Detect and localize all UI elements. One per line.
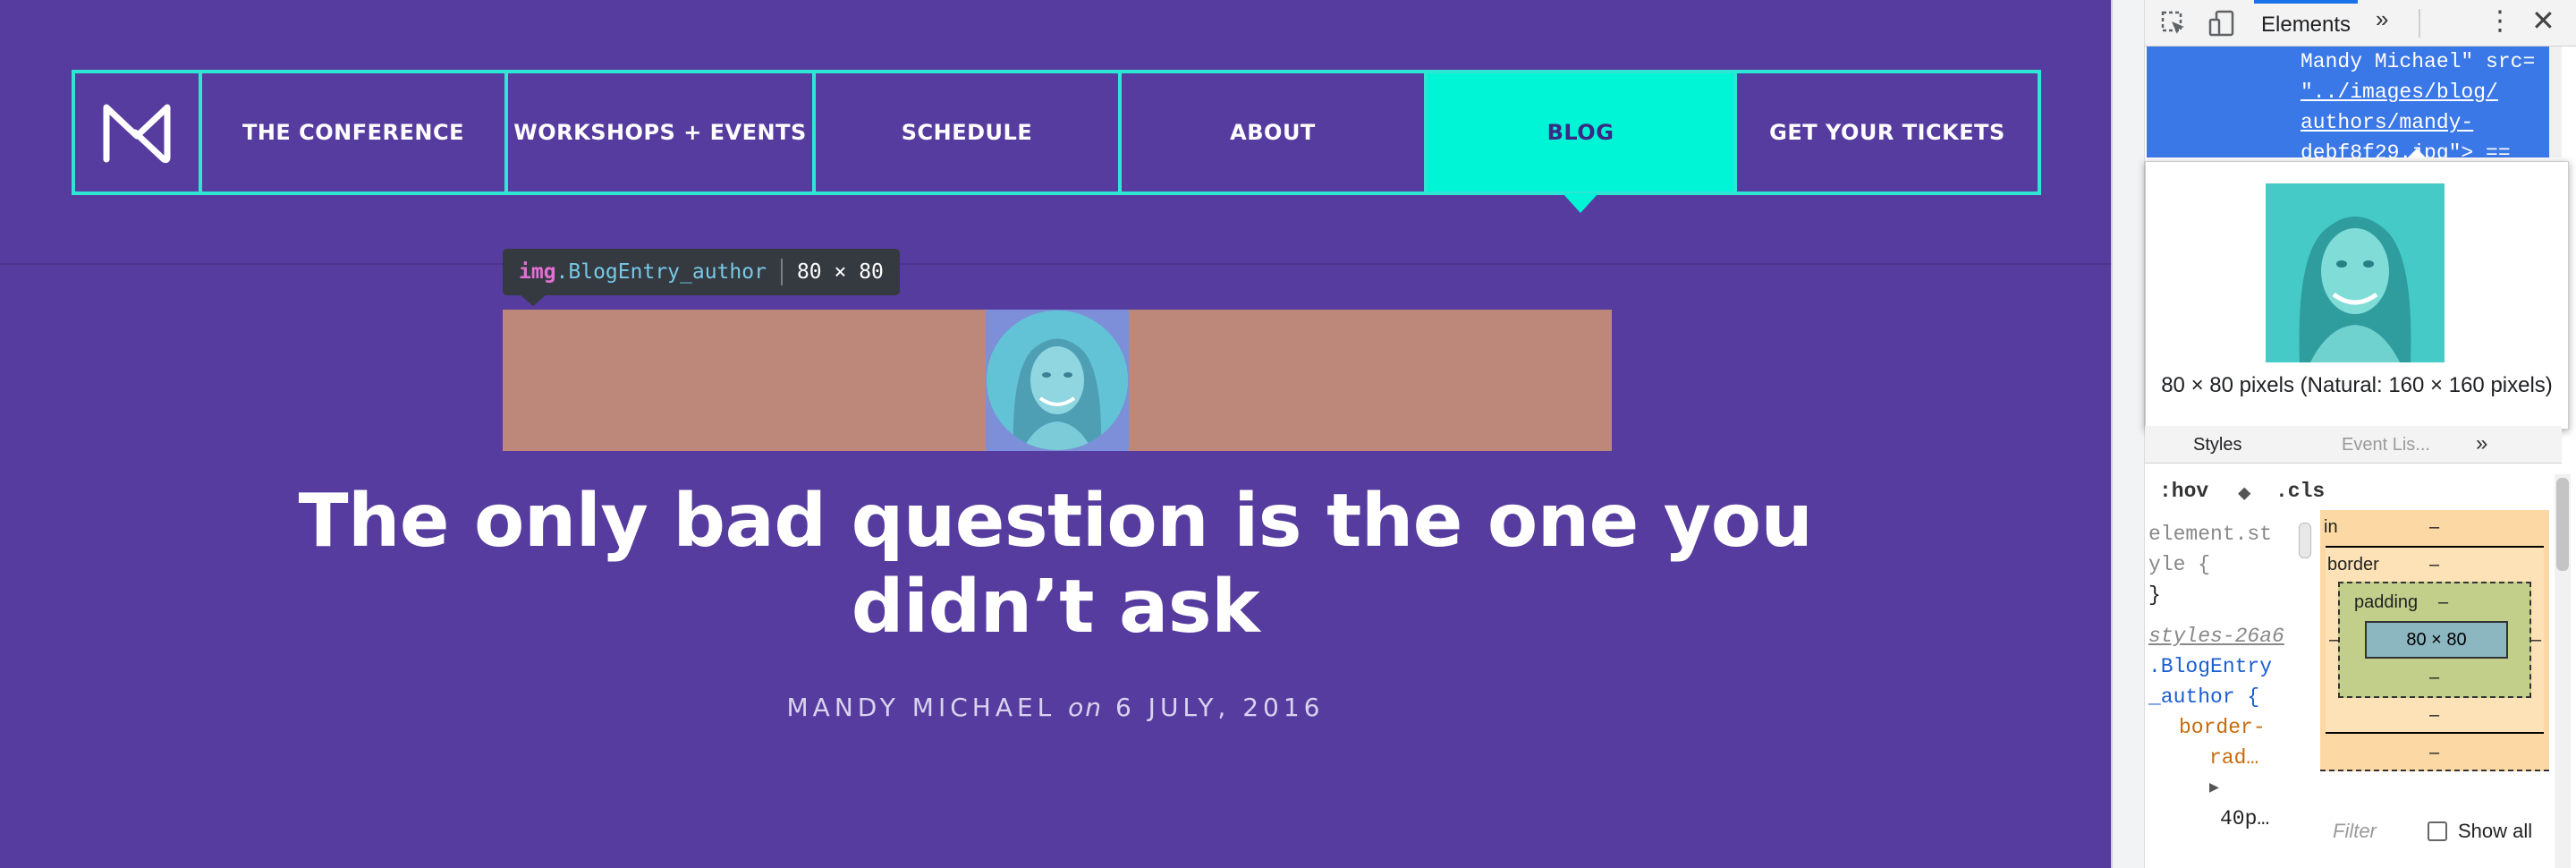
computed-filter-bar: Filter Show all — [2320, 809, 2562, 854]
tooltip-class: .BlogEntry_author — [555, 260, 767, 284]
element-inspector-tooltip: img .BlogEntry_author 80 × 80 — [503, 249, 900, 295]
toolbar-divider — [2419, 9, 2420, 38]
tab-elements[interactable]: Elements — [2254, 0, 2359, 47]
nav-item-the-conference[interactable]: THE CONFERENCE — [202, 73, 508, 191]
post-meta-on: on — [1068, 693, 1104, 722]
post-author: MANDY MICHAEL — [786, 693, 1056, 722]
site-logo-link[interactable] — [75, 73, 202, 191]
styles-scrollbar-thumb[interactable] — [2556, 478, 2569, 571]
more-sidebar-tabs-icon[interactable]: » — [2476, 431, 2487, 456]
code-line: Mandy Michael" src= — [2301, 50, 2536, 73]
post-date: 6 JULY, 2016 — [1114, 693, 1325, 722]
m-logo-icon — [103, 104, 171, 164]
website-page: THE CONFERENCE WORKSHOPS + EVENTS SCHEDU… — [0, 0, 2111, 868]
rule-selector[interactable]: _author { — [2148, 682, 2297, 712]
class-toggle[interactable]: .cls — [2275, 480, 2325, 503]
main-navigation: THE CONFERENCE WORKSHOPS + EVENTS SCHEDU… — [72, 70, 2041, 213]
author-avatar[interactable] — [987, 311, 1128, 450]
tab-styles[interactable]: Styles — [2193, 435, 2241, 455]
tooltip-arrow-icon — [521, 295, 546, 306]
active-caret-icon — [1563, 193, 1598, 213]
rule-text: element.st — [2148, 523, 2273, 546]
code-line[interactable]: "../images/blog/ — [2301, 77, 2549, 107]
hover-state-toggle[interactable]: :hov — [2159, 480, 2208, 503]
image-preview — [2266, 183, 2445, 362]
box-model-padding-top[interactable]: – — [2438, 592, 2448, 613]
nav-item-blog[interactable]: BLOG — [1428, 73, 1737, 213]
blog-post-title: The only bad question is the one you did… — [268, 479, 1843, 651]
sidebar-tabs: Styles Event Lis... » — [2145, 426, 2562, 464]
nav-item-workshops-events[interactable]: WORKSHOPS + EVENTS — [508, 73, 816, 191]
box-model-content[interactable]: 80 × 80 — [2365, 621, 2508, 659]
tab-event-listeners[interactable]: Event Lis... — [2342, 435, 2430, 455]
rule-text: yle { — [2148, 553, 2211, 576]
kebab-menu-icon[interactable]: ⋮ — [2487, 5, 2513, 37]
box-model-margin-bottom[interactable]: – — [2429, 743, 2439, 763]
image-preview-caption: 80 × 80 pixels (Natural: 160 × 160 pixel… — [2161, 373, 2553, 397]
element-state-icon[interactable]: ◆ — [2238, 480, 2250, 506]
expand-arrow-icon[interactable]: ▶ — [2148, 773, 2297, 804]
nav-item-label: THE CONFERENCE — [242, 120, 465, 145]
box-model-border-bottom[interactable]: – — [2429, 705, 2439, 726]
image-preview-popup: 80 × 80 pixels (Natural: 160 × 160 pixel… — [2145, 161, 2569, 430]
nav-item-label: WORKSHOPS + EVENTS — [513, 120, 807, 145]
tooltip-dimensions: 80 × 80 — [796, 260, 884, 284]
show-all-label[interactable]: Show all — [2458, 820, 2532, 843]
device-toolbar-icon[interactable] — [2207, 9, 2236, 38]
author-portrait-preview-image — [2266, 183, 2445, 362]
css-property[interactable]: rad… — [2148, 743, 2297, 773]
box-model-margin-top[interactable]: – — [2429, 517, 2439, 538]
title-line-2: didn’t ask — [851, 565, 1260, 650]
tooltip-tag: img — [519, 260, 556, 284]
box-model-border-label: border — [2327, 555, 2379, 574]
nav-item-label: SCHEDULE — [901, 120, 1033, 145]
nav-item-about[interactable]: ABOUT — [1122, 73, 1428, 191]
author-portrait-image — [987, 311, 1128, 450]
nav-item-schedule[interactable]: SCHEDULE — [816, 73, 1122, 191]
box-model-padding-label: padding — [2354, 592, 2419, 612]
nav-item-label: ABOUT — [1230, 120, 1316, 145]
box-model-border-top[interactable]: – — [2429, 555, 2439, 575]
stylesheet-link[interactable]: styles-26a6 — [2148, 621, 2297, 651]
rules-scrollbar[interactable] — [2299, 523, 2311, 558]
css-property[interactable]: border- — [2148, 712, 2297, 743]
box-model-padding-bottom[interactable]: – — [2429, 668, 2439, 688]
inspect-element-icon[interactable] — [2159, 9, 2188, 38]
rule-selector[interactable]: .BlogEntry — [2148, 651, 2297, 682]
css-rules-pane: element.st yle { } styles-26a6 .BlogEntr… — [2148, 519, 2297, 868]
dom-tree-scrollbar[interactable] — [2549, 47, 2562, 157]
filter-input[interactable]: Filter — [2333, 820, 2377, 843]
nav-item-get-your-tickets[interactable]: GET YOUR TICKETS — [1737, 73, 2038, 191]
title-line-1: The only bad question is the one you — [298, 479, 1813, 564]
selected-dom-node[interactable]: Mandy Michael" src= "../images/blog/ aut… — [2147, 47, 2549, 157]
show-all-checkbox[interactable] — [2428, 821, 2447, 841]
nav-item-label: BLOG — [1546, 120, 1614, 145]
popup-arrow-icon — [2404, 149, 2429, 161]
more-tabs-icon[interactable]: » — [2376, 5, 2388, 33]
devtools-resize-gutter[interactable] — [2113, 0, 2145, 868]
close-icon[interactable]: ✕ — [2531, 4, 2555, 38]
code-line[interactable]: authors/mandy- — [2301, 107, 2549, 138]
tooltip-divider — [780, 259, 783, 285]
box-model-margin-label: in — [2324, 517, 2338, 537]
box-model-left[interactable]: – — [2329, 630, 2339, 651]
css-value[interactable]: 40p… — [2148, 804, 2297, 834]
post-meta: MANDY MICHAEL on 6 JULY, 2016 — [268, 693, 1843, 722]
rule-text: } — [2148, 583, 2161, 607]
box-model-right[interactable]: – — [2531, 630, 2541, 651]
nav-item-label: GET YOUR TICKETS — [1769, 120, 2005, 145]
